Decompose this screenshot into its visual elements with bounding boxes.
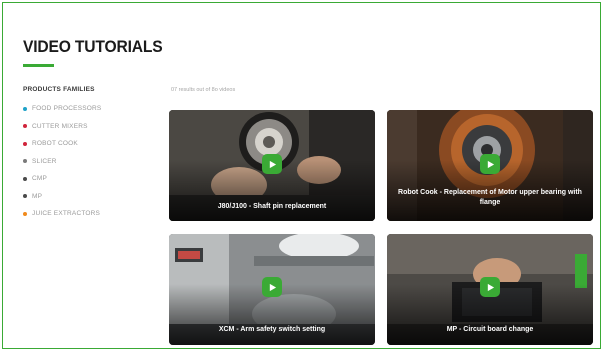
video-card-robot-cook-bearing[interactable]: Robot Cook - Replacement of Motor upper … [387, 110, 593, 221]
family-label: FOOD PROCESSORS [32, 105, 102, 113]
family-item-cutter-mixers[interactable]: CUTTER MIXERS [23, 118, 163, 136]
video-card-xcm-arm-switch[interactable]: XCM - Arm safety switch setting [169, 234, 375, 345]
play-icon [487, 160, 494, 168]
family-item-juice-extractors[interactable]: JUICE EXTRACTORS [23, 205, 163, 223]
title-underline [23, 64, 54, 67]
play-icon [269, 283, 276, 291]
play-button[interactable] [480, 154, 500, 174]
video-card-shaft-pin[interactable]: J80/J100 - Shaft pin replacement [169, 110, 375, 221]
play-icon [269, 160, 276, 168]
results-count: 07 results out of 8o videos [171, 87, 236, 93]
bullet-dot-icon [23, 106, 27, 111]
page-frame: VIDEO TUTORIALS PRODUCTS FAMILIES FOOD P… [2, 2, 601, 349]
family-item-food-processors[interactable]: FOOD PROCESSORS [23, 100, 163, 118]
sidebar-heading: PRODUCTS FAMILIES [23, 86, 95, 93]
family-label: JUICE EXTRACTORS [32, 210, 101, 218]
family-label: SLICER [32, 157, 57, 165]
family-label: CUTTER MIXERS [32, 122, 88, 130]
family-item-robot-cook[interactable]: ROBOT COOK [23, 135, 163, 153]
bullet-dot-icon [23, 211, 27, 216]
play-button[interactable] [480, 277, 500, 297]
bullet-dot-icon [23, 176, 27, 181]
play-icon [487, 283, 494, 291]
video-title: MP - Circuit board change [446, 326, 534, 333]
play-button[interactable] [262, 154, 282, 174]
bullet-dot-icon [23, 141, 27, 146]
family-label: CMP [32, 175, 48, 183]
family-label: ROBOT COOK [32, 140, 78, 148]
page-title: VIDEO TUTORIALS [23, 37, 163, 56]
video-title: Robot Cook - Replacement of Motor upper … [398, 189, 582, 206]
bullet-dot-icon [23, 159, 27, 164]
video-card-mp-circuit-board[interactable]: MP - Circuit board change [387, 234, 593, 345]
family-item-mp[interactable]: MP [23, 188, 163, 206]
video-title: XCM - Arm safety switch setting [218, 326, 326, 333]
family-item-cmp[interactable]: CMP [23, 170, 163, 188]
bullet-dot-icon [23, 124, 27, 129]
video-title: J80/J100 - Shaft pin replacement [217, 203, 327, 210]
family-label: MP [32, 192, 43, 200]
play-button[interactable] [262, 277, 282, 297]
product-families-sidebar: PRODUCTS FAMILIES FOOD PROCESSORS CUTTER… [23, 86, 163, 223]
family-item-slicer[interactable]: SLICER [23, 153, 163, 171]
bullet-dot-icon [23, 194, 27, 199]
